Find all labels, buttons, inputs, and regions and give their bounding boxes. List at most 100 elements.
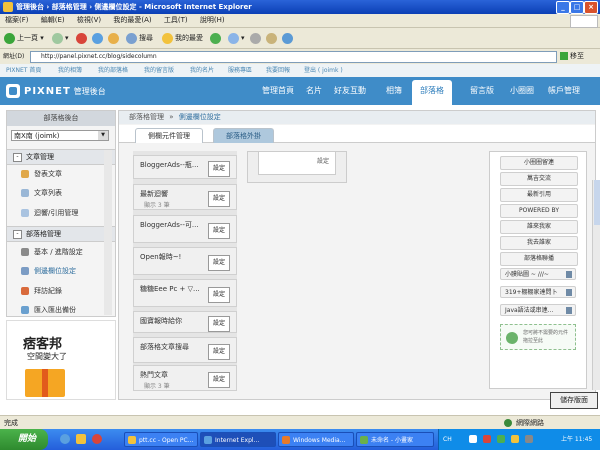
taskbar-item[interactable]: 未命名 - 小畫家	[356, 432, 434, 447]
media-quicklaunch-icon[interactable]	[92, 434, 102, 444]
trash-icon[interactable]	[566, 307, 572, 314]
stop-button[interactable]	[76, 31, 89, 45]
blog-select[interactable]: 南X南 (joimk) ▼	[11, 130, 109, 141]
back-button[interactable]: 上一頁 ▾	[4, 31, 44, 45]
widget-settings-button[interactable]: 設定	[208, 161, 230, 177]
tab-card[interactable]: 名片	[306, 85, 322, 96]
tab-blog-plugins[interactable]: 部落格外掛	[213, 128, 274, 143]
minimize-button[interactable]: _	[556, 1, 570, 14]
sitenav-service[interactable]: 服務專區	[228, 64, 252, 77]
widget-item[interactable]: 319+棚棚家達問卜	[500, 286, 576, 298]
edit-button[interactable]	[266, 31, 279, 45]
tab-circle[interactable]: 小圈圈	[510, 85, 534, 96]
trash-icon[interactable]	[566, 271, 572, 278]
widget-item[interactable]: 設定	[258, 152, 336, 175]
menu-file[interactable]: 檔案(F)	[0, 14, 34, 27]
widget-item[interactable]: 熱門文章 顯示 3 筆 設定	[133, 365, 237, 391]
history-button[interactable]	[210, 31, 223, 45]
widget-item[interactable]: 糖糖Eee Pc + ▽... 設定	[133, 279, 237, 307]
sidebar-item-comments[interactable]: 迴響/引用管理	[21, 206, 78, 220]
start-button[interactable]: 開始	[0, 429, 48, 450]
search-button[interactable]: 搜尋	[126, 31, 153, 45]
ad-banner[interactable]: 痞客邦 空間變大了	[6, 320, 116, 400]
close-button[interactable]: ×	[584, 1, 598, 14]
sidebar-item-new-post[interactable]: 發表文章	[21, 167, 62, 181]
tray-icon[interactable]	[483, 435, 491, 443]
print-button[interactable]	[250, 31, 263, 45]
widget-item[interactable]: 國寶報時給你 設定	[133, 311, 237, 333]
sidebar-scrollbar[interactable]	[104, 150, 112, 315]
widget-settings-button[interactable]: 設定	[208, 191, 230, 207]
trash-icon[interactable]	[566, 289, 572, 296]
widget-settings-button[interactable]: 設定	[208, 255, 230, 271]
sidebar-item-post-list[interactable]: 文章列表	[21, 186, 62, 200]
tray-icon[interactable]	[469, 435, 477, 443]
widget-settings-button[interactable]: 設定	[208, 372, 230, 388]
save-layout-button[interactable]: 儲存版面	[550, 392, 598, 409]
home-button[interactable]	[108, 31, 121, 45]
widget-settings-button[interactable]: 設定	[208, 344, 230, 360]
tray-icon[interactable]	[497, 435, 505, 443]
widget-item[interactable]: 部落格文章搜尋 設定	[133, 337, 237, 363]
sidebar-section-blog[interactable]: - 部落格管理	[7, 226, 115, 242]
sidebar-item-backup[interactable]: 匯入匯出備份	[21, 303, 76, 317]
sitenav-blog[interactable]: 我的部落格	[98, 64, 128, 77]
taskbar-item[interactable]: ptt.cc - Open PC...	[124, 432, 198, 447]
sitenav-report[interactable]: 我要回報	[266, 64, 290, 77]
tab-album[interactable]: 相簿	[386, 85, 402, 96]
mail-button[interactable]: ▾	[228, 31, 245, 45]
refresh-button[interactable]	[92, 31, 105, 45]
tab-widget-manager[interactable]: 側欄元件管理	[135, 128, 203, 143]
widget-item[interactable]: 部落格聯播	[500, 252, 578, 266]
tray-icon[interactable]	[511, 435, 519, 443]
widget-item[interactable]: Java語法或串連...	[500, 304, 576, 316]
trash-dropzone[interactable]: 您可將不需要的元件拖拉至此	[500, 324, 576, 350]
sitenav-logout[interactable]: 登出 ( joimk )	[304, 64, 343, 77]
widget-settings-button[interactable]: 設定	[208, 316, 230, 332]
widget-settings-button[interactable]: 設定	[208, 223, 230, 239]
messenger-button[interactable]	[282, 31, 295, 45]
widget-item[interactable]: 最新引用	[500, 188, 578, 202]
widget-item[interactable]: 小圈圈留連	[500, 156, 578, 170]
sitenav-album[interactable]: 我的相簿	[58, 64, 82, 77]
menu-view[interactable]: 檢視(V)	[72, 14, 106, 27]
menu-tools[interactable]: 工具(T)	[159, 14, 193, 27]
sidebar-item-sidecolumn[interactable]: 側邊欄位設定	[21, 264, 76, 278]
widget-settings-button[interactable]: 設定	[208, 287, 230, 303]
sidebar-item-visits[interactable]: 拜訪紀錄	[21, 284, 62, 298]
sitenav-guestbook[interactable]: 我的留言版	[144, 64, 174, 77]
widget-item[interactable]: 小膜貼圖 ~ ///~	[500, 268, 576, 280]
taskbar-item[interactable]: Windows Media...	[278, 432, 354, 447]
menu-help[interactable]: 說明(H)	[195, 14, 230, 27]
sidebar-section-articles[interactable]: - 文章管理	[7, 149, 115, 165]
widget-item[interactable]: 誰來我家	[500, 220, 578, 234]
widget-item[interactable]: BloggerAds--可... 設定	[133, 215, 237, 243]
sidebar-item-settings[interactable]: 基本 / 進階設定	[21, 245, 83, 259]
tab-account[interactable]: 帳戶管理	[548, 85, 580, 96]
language-indicator[interactable]: CH	[443, 429, 452, 450]
go-button[interactable]: 移至	[560, 50, 584, 63]
favorites-button[interactable]: 我的最愛	[162, 31, 203, 45]
tab-guestbook[interactable]: 留言版	[470, 85, 494, 96]
widget-settings-button[interactable]: 設定	[317, 156, 329, 165]
sitenav-card[interactable]: 我的名片	[190, 64, 214, 77]
folder-quicklaunch-icon[interactable]	[76, 434, 86, 444]
taskbar-item[interactable]: Internet Expl...	[200, 432, 276, 447]
tab-blog[interactable]: 部落格	[412, 80, 452, 106]
menu-favorites[interactable]: 我的最愛(A)	[108, 14, 156, 27]
maximize-button[interactable]: □	[570, 1, 584, 14]
volume-icon[interactable]	[525, 435, 533, 443]
pixnet-logo[interactable]: PIXNET 管理後台	[6, 84, 106, 98]
widget-item[interactable]: 我去誰家	[500, 236, 578, 250]
tab-dashboard[interactable]: 管理首頁	[262, 85, 294, 96]
tab-friends[interactable]: 好友互動	[334, 85, 366, 96]
widget-item[interactable]: Open報時~! 設定	[133, 247, 237, 275]
address-input[interactable]: http://panel.pixnet.cc/blog/sidecolumn	[30, 51, 557, 63]
sitenav-home[interactable]: PIXNET 首頁	[6, 64, 41, 77]
scrollbar-thumb[interactable]	[594, 180, 600, 225]
breadcrumb-root[interactable]: 部落格管理	[129, 113, 164, 121]
ie-quicklaunch-icon[interactable]	[60, 434, 70, 444]
widget-item[interactable]: BloggerAds--瓶... 設定	[133, 155, 237, 179]
widget-item[interactable]: 萬吉交流	[500, 172, 578, 186]
widget-item[interactable]: POWERED BY	[500, 204, 578, 218]
